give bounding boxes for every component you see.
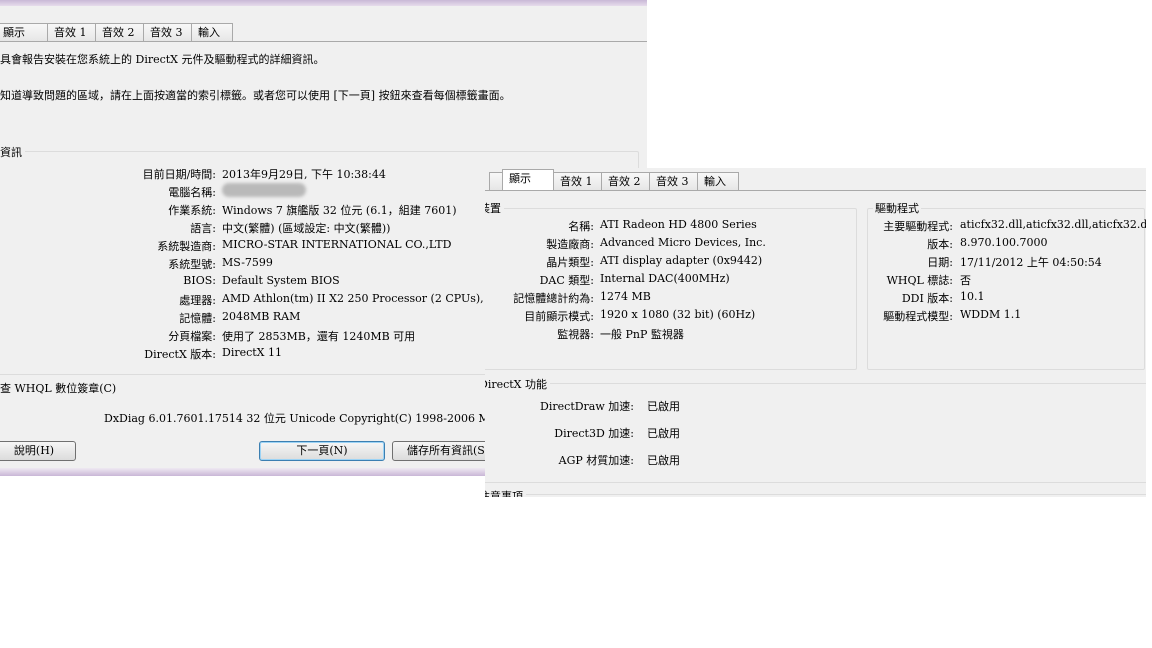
info-label: 分頁檔案: [168, 330, 216, 343]
tab-divider [0, 41, 647, 42]
tab-partial [489, 172, 503, 190]
tab-input[interactable]: 輸入 [697, 172, 739, 190]
tab-sound-1[interactable]: 音效 1 [47, 23, 96, 41]
driver-label: 版本: [927, 238, 953, 251]
notes-group [485, 494, 1146, 497]
info-value: MICRO-STAR INTERNATIONAL CO.,LTD [222, 238, 452, 251]
tab-input[interactable]: 輸入 [191, 23, 233, 41]
device-value: 1920 x 1080 (32 bit) (60Hz) [600, 308, 756, 321]
driver-label: WHQL 標誌: [886, 274, 953, 287]
driver-value: aticfx32.dll,aticfx32.dll,aticfx32.dll,a… [960, 218, 1146, 231]
device-value: Internal DAC(400MHz) [600, 272, 730, 285]
device-value: 1274 MB [600, 290, 651, 303]
driver-label: 日期: [927, 256, 953, 269]
help-button[interactable]: 說明(H) [0, 441, 76, 461]
info-label: 記憶體: [179, 312, 216, 325]
computer-name-redacted [222, 183, 306, 197]
device-label: 監視器: [557, 328, 594, 341]
device-label: 製造廠商: [546, 238, 594, 251]
tab-display[interactable]: 顯示 [502, 169, 554, 190]
driver-value: 17/11/2012 上午 04:50:54 [960, 256, 1102, 269]
info-label: 電腦名稱: [168, 186, 216, 199]
info-label: BIOS: [183, 274, 216, 287]
info-label: 目前日期/時間: [142, 168, 216, 181]
info-label: 作業系統: [168, 204, 216, 217]
driver-value: 8.970.100.7000 [960, 236, 1048, 249]
directx-label: AGP 材質加速: [558, 454, 634, 467]
info-label: 語言: [190, 222, 216, 235]
window-frame-top [0, 0, 647, 6]
tab-sound-3[interactable]: 音效 3 [143, 23, 192, 41]
info-label: 系統型號: [168, 258, 216, 271]
driver-label: 驅動程式模型: [883, 310, 953, 323]
device-value: ATI Radeon HD 4800 Series [600, 218, 757, 231]
tab-sound-1[interactable]: 音效 1 [553, 172, 602, 190]
tab-strip: 顯示 音效 1 音效 2 音效 3 輸入 [0, 23, 233, 41]
info-label: DirectX 版本: [144, 348, 216, 361]
driver-section-title: 驅動程式 [873, 200, 921, 216]
info-value: 2013年9月29日, 下午 10:38:44 [222, 168, 386, 181]
tab-sound-2[interactable]: 音效 2 [95, 23, 144, 41]
intro-text-2: 知道導致問題的區域，請在上面按適當的索引標籤。或者您可以使用 [下一頁] 按鈕來… [0, 89, 511, 102]
tab-sound-3[interactable]: 音效 3 [649, 172, 698, 190]
device-label: 記憶體總計約為: [513, 292, 594, 305]
device-label: 目前顯示模式: [524, 310, 594, 323]
directx-value: 已啟用 [647, 454, 680, 467]
info-label: 處理器: [179, 294, 216, 307]
directx-label: DirectDraw 加速: [540, 400, 634, 413]
directx-value: 已啟用 [647, 427, 680, 440]
driver-value: 10.1 [960, 290, 985, 303]
driver-label: DDI 版本: [901, 292, 953, 305]
driver-label: 主要驅動程式: [883, 220, 953, 233]
info-value: 2048MB RAM [222, 310, 301, 323]
device-label: 晶片類型: [546, 256, 594, 269]
notes-section-title: 注意事項 [485, 488, 526, 497]
driver-value: WDDM 1.1 [960, 308, 1022, 321]
device-label: 名稱: [568, 220, 594, 233]
tab-display[interactable]: 顯示 [0, 23, 48, 41]
info-value: Windows 7 旗艦版 32 位元 (6.1，組建 7601) [222, 204, 457, 217]
intro-text-1: 具會報告安裝在您系統上的 DirectX 元件及驅動程式的詳細資訊。 [0, 53, 325, 66]
directx-value: 已啟用 [647, 400, 680, 413]
footer-copyright: DxDiag 6.01.7601.17514 32 位元 Unicode Cop… [104, 412, 544, 425]
directx-section-title: DirectX 功能 [485, 376, 551, 392]
info-value: DirectX 11 [222, 346, 283, 359]
tab-strip: 顯示 音效 1 音效 2 音效 3 輸入 [489, 169, 739, 190]
info-value: 中文(繁體) (區域設定: 中文(繁體)) [222, 222, 391, 235]
driver-value: 否 [960, 274, 971, 287]
info-label: 系統製造商: [157, 240, 216, 253]
next-page-button[interactable]: 下一頁(N) [259, 441, 385, 461]
device-value: 一般 PnP 監視器 [600, 328, 684, 341]
save-all-info-button[interactable]: 儲存所有資訊(S [392, 441, 492, 461]
info-value: Default System BIOS [222, 274, 340, 287]
device-section-title: 裝置 [485, 200, 504, 216]
dxdiag-window-front: 顯示 音效 1 音效 2 音效 3 輸入 裝置 名稱: ATI Radeon H… [485, 168, 1146, 497]
tab-divider [485, 190, 1146, 191]
device-value: ATI display adapter (0x9442) [600, 254, 763, 267]
directx-label: Direct3D 加速: [554, 427, 634, 440]
info-value: MS-7599 [222, 256, 273, 269]
device-label: DAC 類型: [539, 274, 594, 287]
device-value: Advanced Micro Devices, Inc. [600, 236, 766, 249]
info-value: 使用了 2853MB，還有 1240MB 可用 [222, 330, 416, 343]
tab-sound-2[interactable]: 音效 2 [601, 172, 650, 190]
system-info-title: 資訊 [0, 144, 25, 160]
whql-checkbox-label[interactable]: 查 WHQL 數位簽章(C) [0, 380, 116, 396]
